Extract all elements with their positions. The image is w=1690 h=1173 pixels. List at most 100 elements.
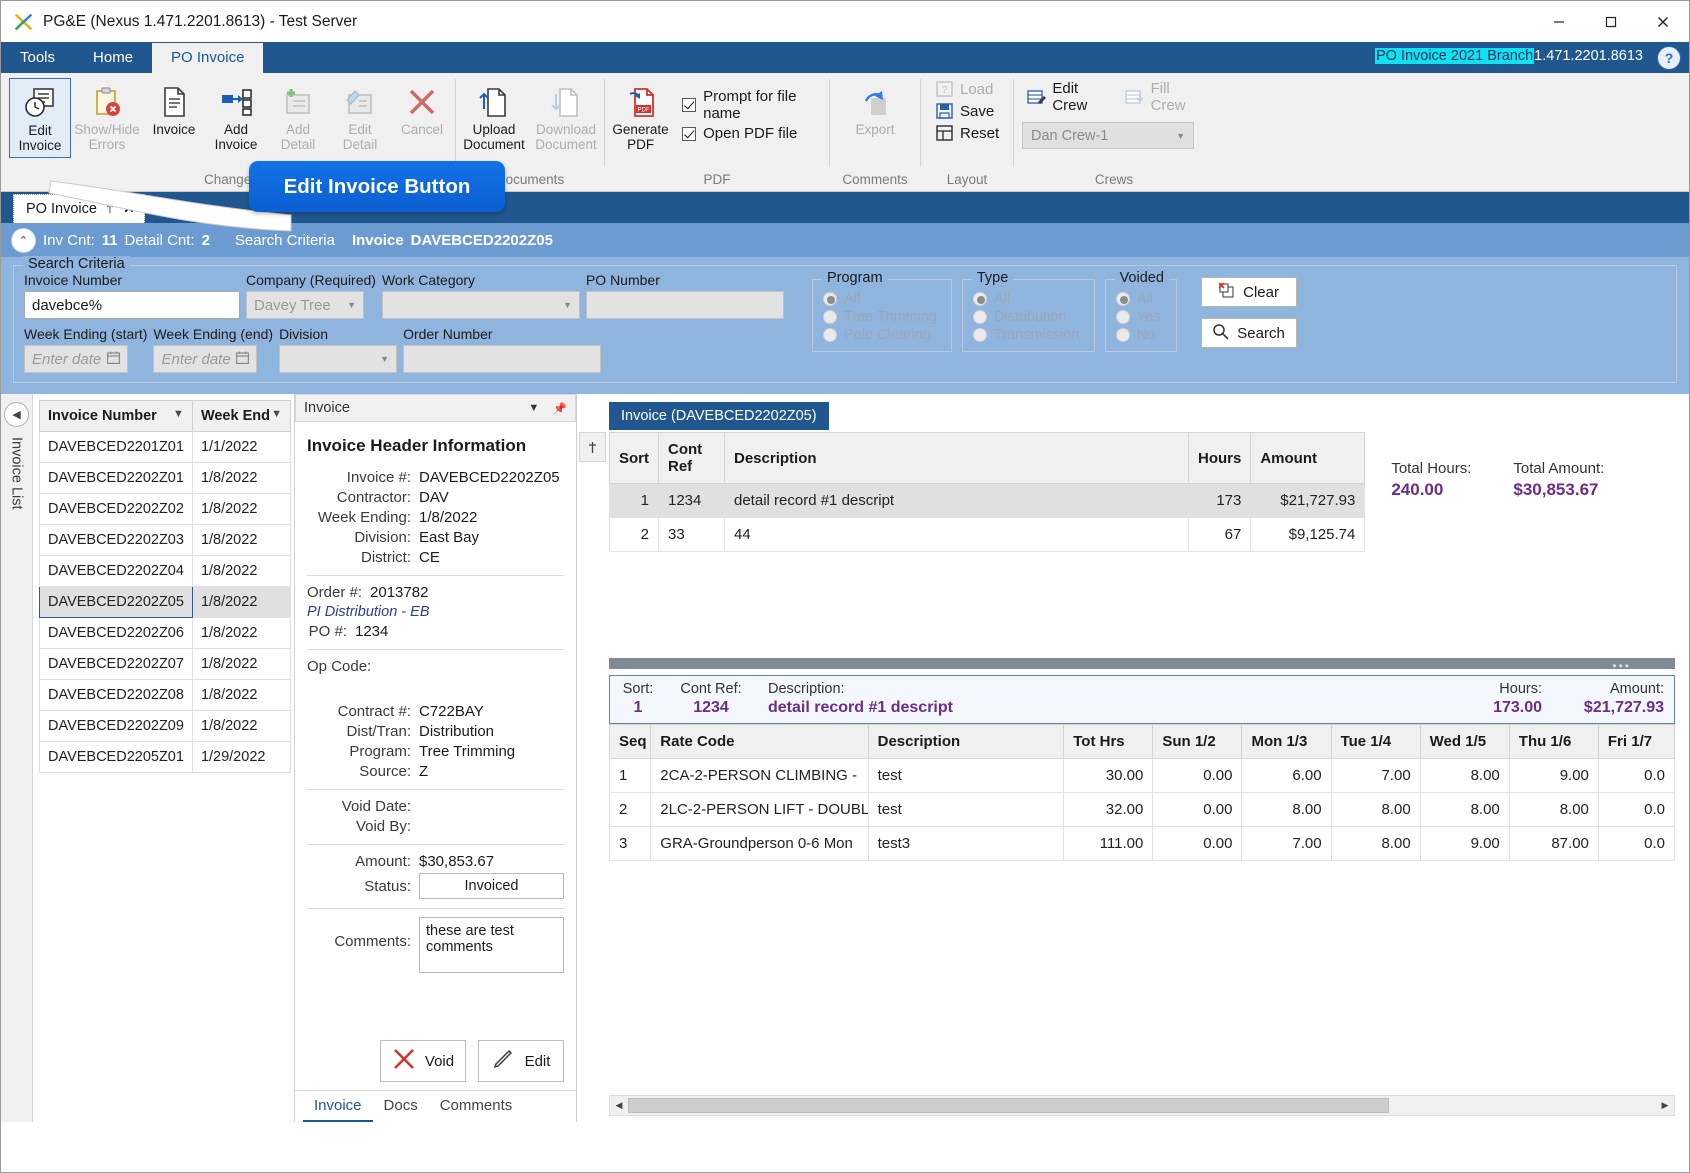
column-header-cont-ref[interactable]: Cont Ref: [658, 432, 725, 484]
column-header-description[interactable]: Description: [867, 724, 1065, 759]
program-option-tree-trimming[interactable]: Tree Trimming: [822, 309, 937, 325]
edit-crew-button[interactable]: Edit Crew: [1022, 78, 1120, 116]
table-row[interactable]: DAVEBCED2202Z03 1/8/2022: [39, 524, 292, 556]
table-row[interactable]: DAVEBCED2202Z08 1/8/2022: [39, 679, 292, 711]
upload-document-button[interactable]: Upload Document: [458, 78, 530, 156]
column-header-tue[interactable]: Tue 1/4: [1330, 724, 1421, 759]
grid-splitter[interactable]: •••: [609, 658, 1675, 673]
invoice-list-vertical-tab[interactable]: ◀ Invoice List: [1, 394, 33, 1122]
table-row[interactable]: DAVEBCED2202Z01 1/8/2022: [39, 462, 292, 494]
voided-option-no[interactable]: No: [1115, 327, 1162, 343]
ribbon-group-comments: Export Comments: [832, 73, 918, 191]
table-row[interactable]: 3 GRA-Groundperson 0-6 Mon test3 111.00 …: [608, 826, 1676, 861]
type-option-distribution[interactable]: Distribution: [972, 309, 1080, 325]
layout-reset-button[interactable]: Reset: [929, 122, 1004, 144]
void-button[interactable]: Void: [380, 1040, 466, 1082]
type-option-transmission[interactable]: Transmission: [972, 327, 1080, 343]
column-header-wed[interactable]: Wed 1/5: [1419, 724, 1510, 759]
minimize-button[interactable]: [1533, 1, 1585, 42]
tab-po-invoice[interactable]: PO Invoice: [152, 43, 264, 73]
column-header-sort[interactable]: Sort: [609, 432, 659, 484]
table-row[interactable]: DAVEBCED2202Z06 1/8/2022: [39, 617, 292, 649]
work-category-select[interactable]: ▼: [381, 291, 580, 319]
voided-option-all[interactable]: All: [1115, 291, 1162, 307]
table-row-selected[interactable]: DAVEBCED2202Z05 1/8/2022: [39, 586, 292, 618]
bottom-tab-comments[interactable]: Comments: [429, 1091, 524, 1122]
edit-button[interactable]: Edit: [478, 1040, 564, 1082]
column-header-sun[interactable]: Sun 1/2: [1152, 724, 1243, 759]
column-header-fri[interactable]: Fri 1/7: [1597, 724, 1676, 759]
column-header-amount[interactable]: Amount: [1250, 432, 1366, 484]
scrollbar-thumb[interactable]: [628, 1098, 1389, 1113]
invoice-button[interactable]: Invoice: [143, 78, 205, 141]
table-row[interactable]: 2 33 44 67 $9,125.74: [609, 517, 1366, 552]
scrollbar-track[interactable]: [628, 1096, 1656, 1115]
program-option-all[interactable]: All: [822, 291, 937, 307]
calendar-icon[interactable]: [236, 351, 250, 367]
table-row[interactable]: DAVEBCED2205Z01 1/29/2022: [39, 741, 292, 773]
open-pdf-file-checkbox[interactable]: Open PDF file: [682, 125, 827, 142]
column-header-tot-hrs[interactable]: Tot Hrs: [1063, 724, 1154, 759]
column-header-thu[interactable]: Thu 1/6: [1508, 724, 1599, 759]
table-row[interactable]: DAVEBCED2202Z09 1/8/2022: [39, 710, 292, 742]
pin-icon[interactable]: [579, 432, 606, 462]
edit-invoice-button[interactable]: Edit Invoice: [9, 78, 71, 158]
order-number-input[interactable]: [403, 345, 602, 373]
maximize-button[interactable]: [1585, 1, 1637, 42]
close-button[interactable]: [1637, 1, 1689, 42]
column-header-seq[interactable]: Seq: [608, 724, 652, 759]
order-description-link[interactable]: PI Distribution - EB: [307, 604, 564, 620]
column-header-description[interactable]: Description: [724, 432, 1189, 484]
comments-textarea[interactable]: these are test comments: [419, 917, 564, 973]
chevron-down-icon[interactable]: ▼: [528, 402, 539, 415]
column-header-hours[interactable]: Hours: [1187, 432, 1252, 484]
table-row[interactable]: DAVEBCED2202Z02 1/8/2022: [39, 493, 292, 525]
generate-pdf-button[interactable]: PDF Generate PDF: [607, 78, 674, 156]
scroll-left-icon[interactable]: ◀: [610, 1096, 628, 1115]
prompt-for-file-name-checkbox[interactable]: Prompt for file name: [682, 88, 827, 122]
detail-grid-horizontal-scrollbar[interactable]: ◀ ▶: [609, 1095, 1675, 1116]
tab-tools[interactable]: Tools: [1, 43, 74, 73]
filter-icon[interactable]: ▼: [271, 408, 282, 420]
voided-option-yes[interactable]: Yes: [1115, 309, 1162, 325]
table-row[interactable]: DAVEBCED2202Z07 1/8/2022: [39, 648, 292, 680]
week-ending-start-input[interactable]: Enter date: [24, 345, 128, 373]
bottom-tab-invoice[interactable]: Invoice: [303, 1091, 373, 1122]
bottom-tab-docs[interactable]: Docs: [373, 1091, 429, 1122]
table-row[interactable]: 1 2CA-2-PERSON CLIMBING - test 30.00 0.0…: [608, 758, 1676, 793]
field-value: DAVEBCED2202Z05: [419, 469, 560, 486]
cell-thu: 9.00: [1508, 758, 1599, 793]
help-icon[interactable]: ?: [1657, 46, 1681, 70]
table-row[interactable]: DAVEBCED2202Z04 1/8/2022: [39, 555, 292, 587]
collapse-search-button[interactable]: ⌃: [11, 227, 36, 253]
filter-icon[interactable]: ▼: [173, 408, 184, 420]
crew-select[interactable]: Dan Crew-1 ▼: [1022, 122, 1194, 149]
column-header-week-end[interactable]: Week End ▼: [191, 400, 292, 432]
table-row[interactable]: DAVEBCED2201Z01 1/1/2022: [39, 431, 292, 463]
type-option-transmission-label: Transmission: [993, 327, 1080, 343]
column-header-invoice-number[interactable]: Invoice Number ▼: [39, 400, 193, 432]
column-header-mon[interactable]: Mon 1/3: [1241, 724, 1332, 759]
type-option-all[interactable]: All: [972, 291, 1080, 307]
collapse-list-icon[interactable]: ◀: [4, 402, 29, 427]
column-header-rate-code[interactable]: Rate Code: [650, 724, 869, 759]
add-invoice-button[interactable]: Add Invoice: [205, 78, 267, 156]
invoice-number-input[interactable]: davebce%: [24, 291, 240, 319]
field-label: Division:: [354, 529, 411, 546]
pin-icon[interactable]: 📌: [553, 402, 567, 415]
calendar-icon[interactable]: [107, 351, 121, 367]
program-option-pole-clearing[interactable]: Pole Clearing: [822, 327, 937, 343]
tab-home[interactable]: Home: [74, 43, 152, 73]
clear-button[interactable]: Clear: [1200, 277, 1297, 307]
scroll-right-icon[interactable]: ▶: [1656, 1096, 1674, 1115]
table-row[interactable]: 2 2LC-2-PERSON LIFT - DOUBL test 32.00 0…: [608, 792, 1676, 827]
po-number-input[interactable]: [585, 291, 784, 319]
invoice-grid-tab[interactable]: Invoice (DAVEBCED2202Z05): [609, 402, 829, 430]
company-select[interactable]: Davey Tree ▼: [246, 291, 364, 319]
table-row-selected[interactable]: 1 1234 detail record #1 descript 173 $21…: [609, 483, 1366, 518]
radio-icon: [822, 310, 837, 324]
search-button[interactable]: Search: [1200, 318, 1297, 348]
division-select[interactable]: ▼: [279, 345, 398, 373]
layout-save-button[interactable]: Save: [929, 100, 999, 122]
week-ending-end-input[interactable]: Enter date: [153, 345, 258, 373]
